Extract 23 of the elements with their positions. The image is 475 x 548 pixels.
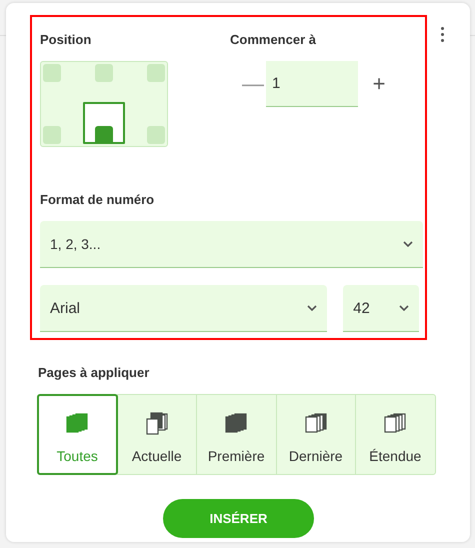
chevron-down-icon (403, 241, 413, 247)
page-option[interactable]: Dernière (276, 394, 356, 475)
pages-icon (304, 412, 328, 436)
chevron-down-icon (307, 305, 318, 311)
pages-label: Pages à appliquer (38, 365, 150, 380)
font-dropdown[interactable]: Arial (40, 285, 328, 332)
format-label: Format de numéro (40, 192, 154, 207)
position-slot[interactable] (83, 102, 125, 144)
increment-button[interactable]: + (358, 71, 392, 97)
start-label: Commencer à (230, 32, 316, 47)
page-option[interactable]: Première (196, 394, 276, 475)
pages-icon (383, 412, 408, 436)
pages-icon (65, 412, 90, 436)
position-label: Position (40, 32, 92, 47)
format-dropdown[interactable]: 1, 2, 3... (40, 221, 423, 268)
more-icon[interactable] (441, 27, 445, 42)
page-option[interactable]: Actuelle (116, 394, 197, 475)
page-option[interactable]: Étendue (355, 394, 436, 475)
chevron-down-icon (399, 305, 409, 311)
size-dropdown[interactable]: 42 (343, 285, 419, 332)
pages-icon (144, 412, 169, 436)
pages-icon (224, 412, 248, 436)
start-field[interactable]: 1 (266, 61, 358, 107)
